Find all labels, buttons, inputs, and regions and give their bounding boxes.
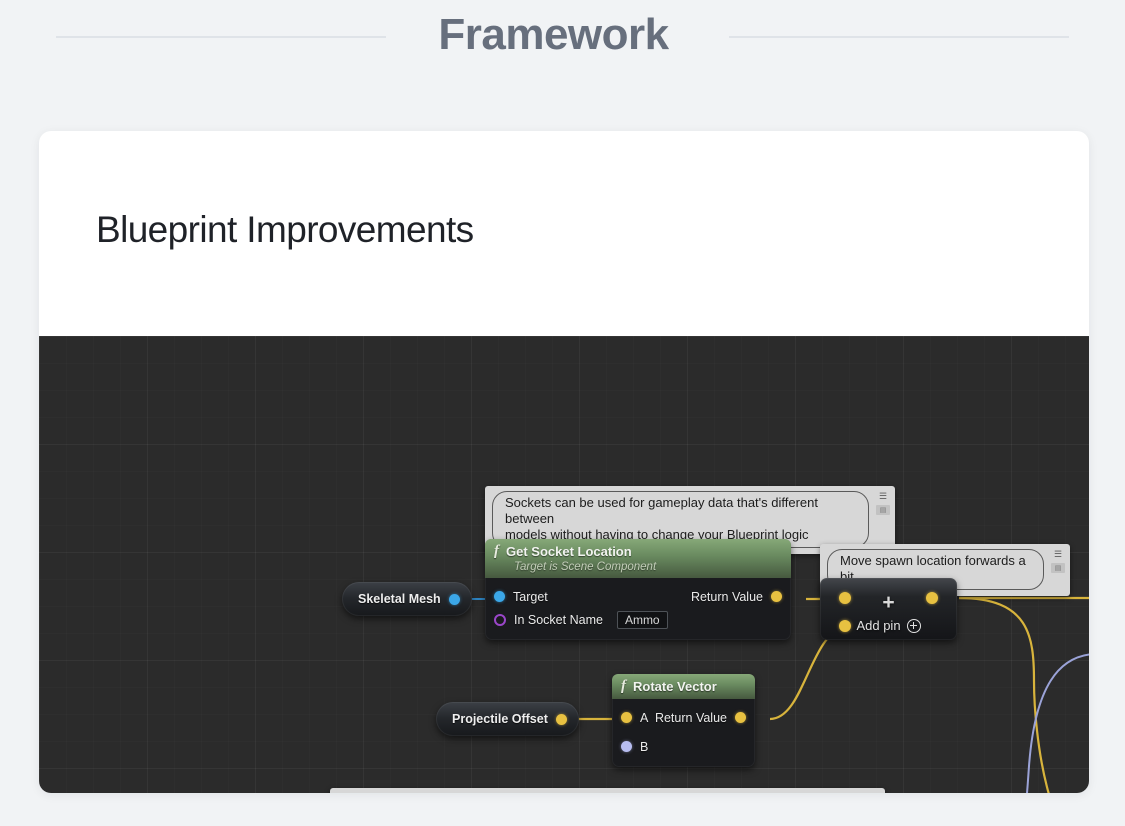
pin-in-socket-name-label: In Socket Name	[514, 613, 603, 627]
node-skeletal-mesh-label: Skeletal Mesh	[358, 592, 441, 606]
node-add-plus-symbol: +	[820, 592, 957, 613]
in-socket-name-input[interactable]: Ammo	[617, 611, 668, 629]
pin-b-in[interactable]	[621, 741, 632, 752]
function-icon: f	[494, 543, 499, 560]
comment-sockets-line1: Sockets can be used for gameplay data th…	[505, 495, 856, 527]
content-card: Blueprint Improvements	[39, 131, 1089, 793]
pin-return-value-out[interactable]	[735, 712, 746, 723]
function-icon: f	[621, 678, 626, 695]
pin-a-in[interactable]	[621, 712, 632, 723]
pin-a-label: A	[640, 711, 648, 725]
node-projectile-offset-label: Projectile Offset	[452, 712, 548, 726]
page-header: Framework	[0, 0, 1125, 70]
node-add[interactable]: + Add pin	[820, 578, 957, 640]
comment-pin-icon[interactable]: ☰	[866, 792, 880, 793]
node-projectile-offset[interactable]: Projectile Offset	[436, 702, 579, 736]
comment-camera-rotation[interactable]: This is a generic way to get the camera …	[330, 788, 885, 793]
page-title: Framework	[438, 10, 668, 60]
node-skeletal-mesh[interactable]: Skeletal Mesh	[342, 582, 472, 616]
blueprint-graph[interactable]: Sockets can be used for gameplay data th…	[39, 336, 1089, 793]
pin-row-b: B	[621, 735, 746, 758]
node-rotate-vector-header: f Rotate Vector	[612, 674, 755, 699]
node-get-socket-location-subtitle: Target is Scene Component	[514, 561, 782, 573]
pin-group-return-value[interactable]: Return Value	[691, 590, 782, 604]
node-title-row: f Get Socket Location	[494, 543, 782, 560]
node-rotate-vector-body: A Return Value B	[612, 699, 755, 767]
pin-group-in-socket-name[interactable]: In Socket Name Ammo	[494, 611, 668, 629]
node-get-socket-location-title: Get Socket Location	[506, 544, 632, 559]
pin-skeletal-mesh-out[interactable]	[449, 594, 460, 605]
add-pin-icon[interactable]	[907, 619, 921, 633]
node-get-socket-location[interactable]: f Get Socket Location Target is Scene Co…	[485, 539, 791, 640]
header-rule-left	[56, 36, 386, 38]
pin-group-return-value[interactable]: Return Value	[655, 711, 746, 725]
node-rotate-vector[interactable]: f Rotate Vector A Return Value	[612, 674, 755, 767]
pin-target-in[interactable]	[494, 591, 505, 602]
node-add-addpin-row[interactable]: Add pin	[820, 618, 957, 633]
comment-pin-icon[interactable]: ☰	[1051, 548, 1065, 560]
pin-group-target[interactable]: Target	[494, 590, 548, 604]
pin-group-a[interactable]: A	[621, 711, 648, 725]
pin-in-socket-name-in[interactable]	[494, 614, 506, 626]
pin-row-in-socket-name: In Socket Name Ammo	[494, 608, 782, 631]
pin-return-value-label: Return Value	[655, 711, 727, 725]
pin-row-target: Target Return Value	[494, 585, 782, 608]
card-title: Blueprint Improvements	[96, 209, 474, 251]
comment-resize-icon[interactable]: ▤	[876, 505, 890, 515]
pin-group-b[interactable]: B	[621, 740, 648, 754]
node-add-addpin-label: Add pin	[856, 618, 900, 633]
node-get-socket-location-body: Target Return Value In Socket Name Ammo	[485, 578, 791, 640]
comment-pin-icon[interactable]: ☰	[876, 490, 890, 502]
node-get-socket-location-header: f Get Socket Location Target is Scene Co…	[485, 539, 791, 578]
comment-resize-icon[interactable]: ▤	[1051, 563, 1065, 573]
header-rule-right	[729, 36, 1069, 38]
pin-target-label: Target	[513, 590, 548, 604]
pin-b-label: B	[640, 740, 648, 754]
node-title-row: f Rotate Vector	[621, 678, 746, 695]
pin-row-a: A Return Value	[621, 706, 746, 729]
pin-return-value-out[interactable]	[771, 591, 782, 602]
node-rotate-vector-title: Rotate Vector	[633, 679, 717, 694]
pin-return-value-label: Return Value	[691, 590, 763, 604]
pin-projectile-offset-out[interactable]	[556, 714, 567, 725]
